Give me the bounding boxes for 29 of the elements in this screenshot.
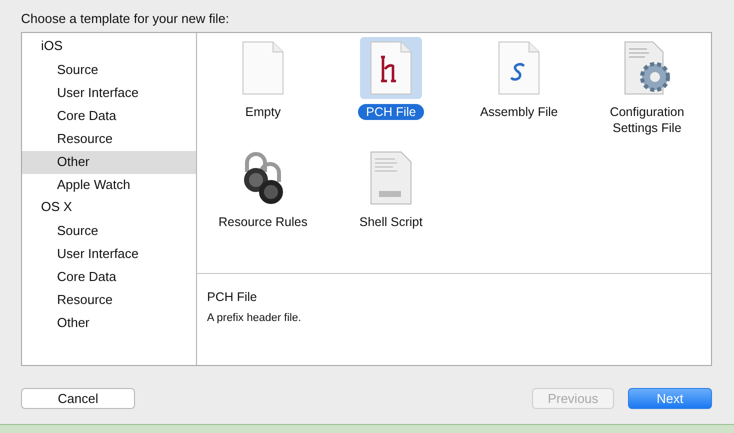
template-label: Assembly File — [479, 104, 559, 120]
sidebar-item[interactable]: User Interface — [22, 82, 196, 105]
template-label: Configuration Settings File — [608, 104, 686, 136]
sidebar-group-heading: OS X — [40, 198, 74, 216]
script-document-icon — [369, 151, 413, 205]
sidebar-item[interactable]: Other — [22, 312, 196, 335]
sidebar-item[interactable]: Resource — [22, 128, 196, 151]
description-text: A prefix header file. — [207, 312, 302, 324]
sidebar-item[interactable]: Source — [22, 220, 196, 243]
sidebar-item[interactable]: Other — [22, 151, 196, 174]
sidebar-item[interactable]: Source — [22, 59, 196, 82]
blank-document-icon — [241, 41, 285, 95]
sidebar-group-heading: iOS — [40, 37, 64, 55]
template-label: Shell Script — [358, 214, 424, 230]
assembly-document-icon — [497, 41, 541, 95]
template-tile[interactable] — [360, 37, 422, 99]
sidebar-item[interactable]: Core Data — [22, 105, 196, 128]
template-label: PCH File — [358, 104, 424, 120]
dialog-button[interactable]: Cancel — [21, 388, 135, 409]
gear-document-icon — [623, 41, 671, 95]
description-title: PCH File — [207, 290, 258, 304]
sidebar-item[interactable]: Resource — [22, 289, 196, 312]
template-label: Resource Rules — [218, 214, 308, 230]
header-document-icon — [369, 41, 413, 95]
sidebar-item[interactable]: Apple Watch — [22, 174, 196, 197]
template-label: Empty — [244, 104, 282, 120]
sidebar-item[interactable]: User Interface — [22, 243, 196, 266]
sidebar-item[interactable]: Core Data — [22, 266, 196, 289]
dialog-title: Choose a template for your new file: — [20, 10, 230, 28]
